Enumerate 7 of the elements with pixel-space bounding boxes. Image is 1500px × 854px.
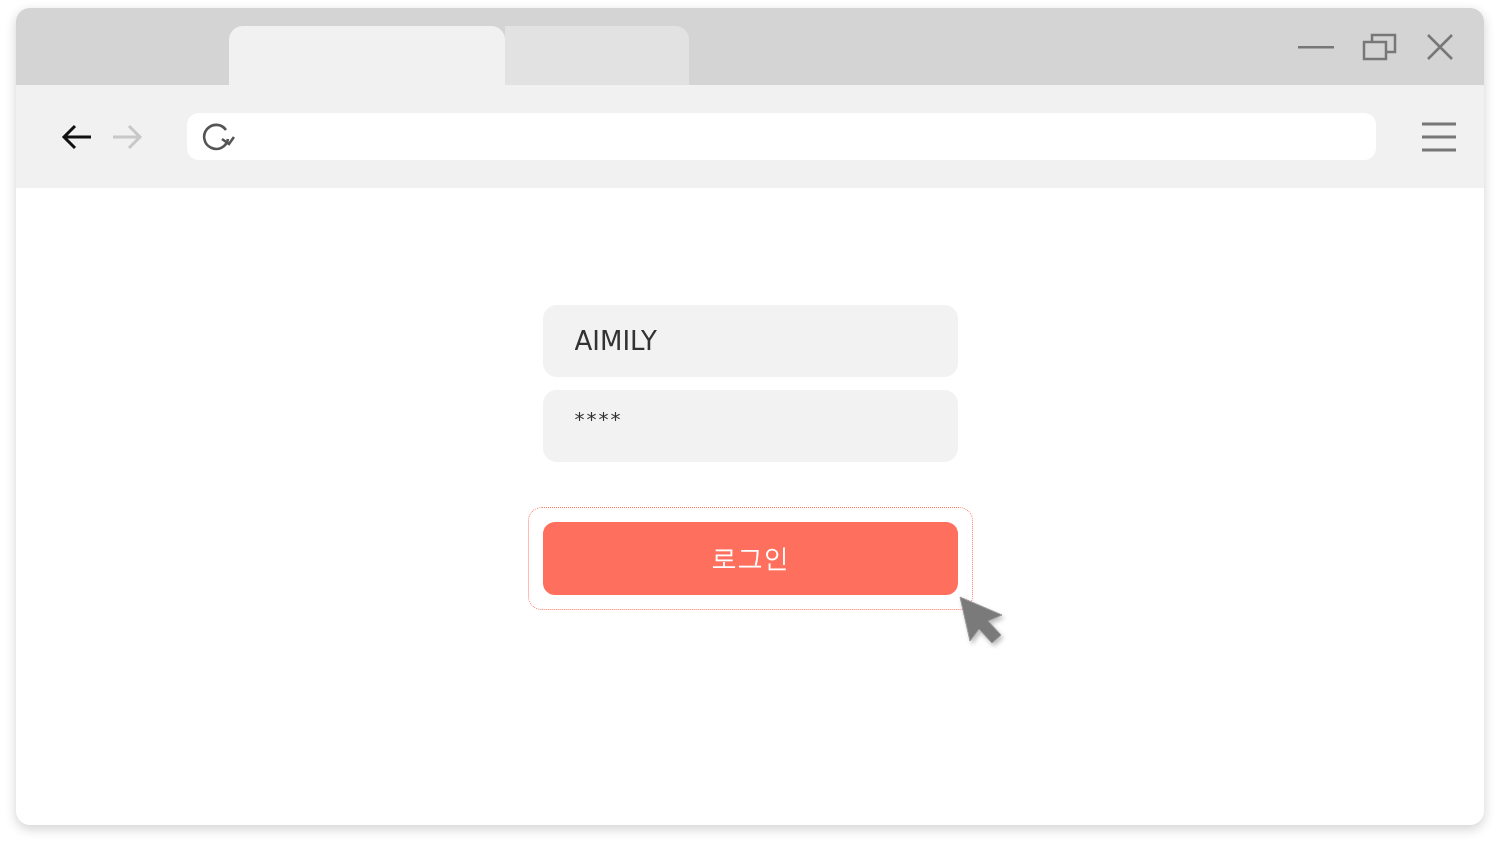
menu-button[interactable]	[1422, 121, 1456, 152]
maximize-button[interactable]	[1362, 31, 1398, 62]
back-button[interactable]	[61, 122, 93, 151]
username-field[interactable]: AIMILY	[542, 305, 958, 377]
close-button[interactable]	[1426, 32, 1454, 61]
password-field[interactable]: ****	[542, 390, 958, 462]
reload-button[interactable]	[201, 121, 235, 152]
